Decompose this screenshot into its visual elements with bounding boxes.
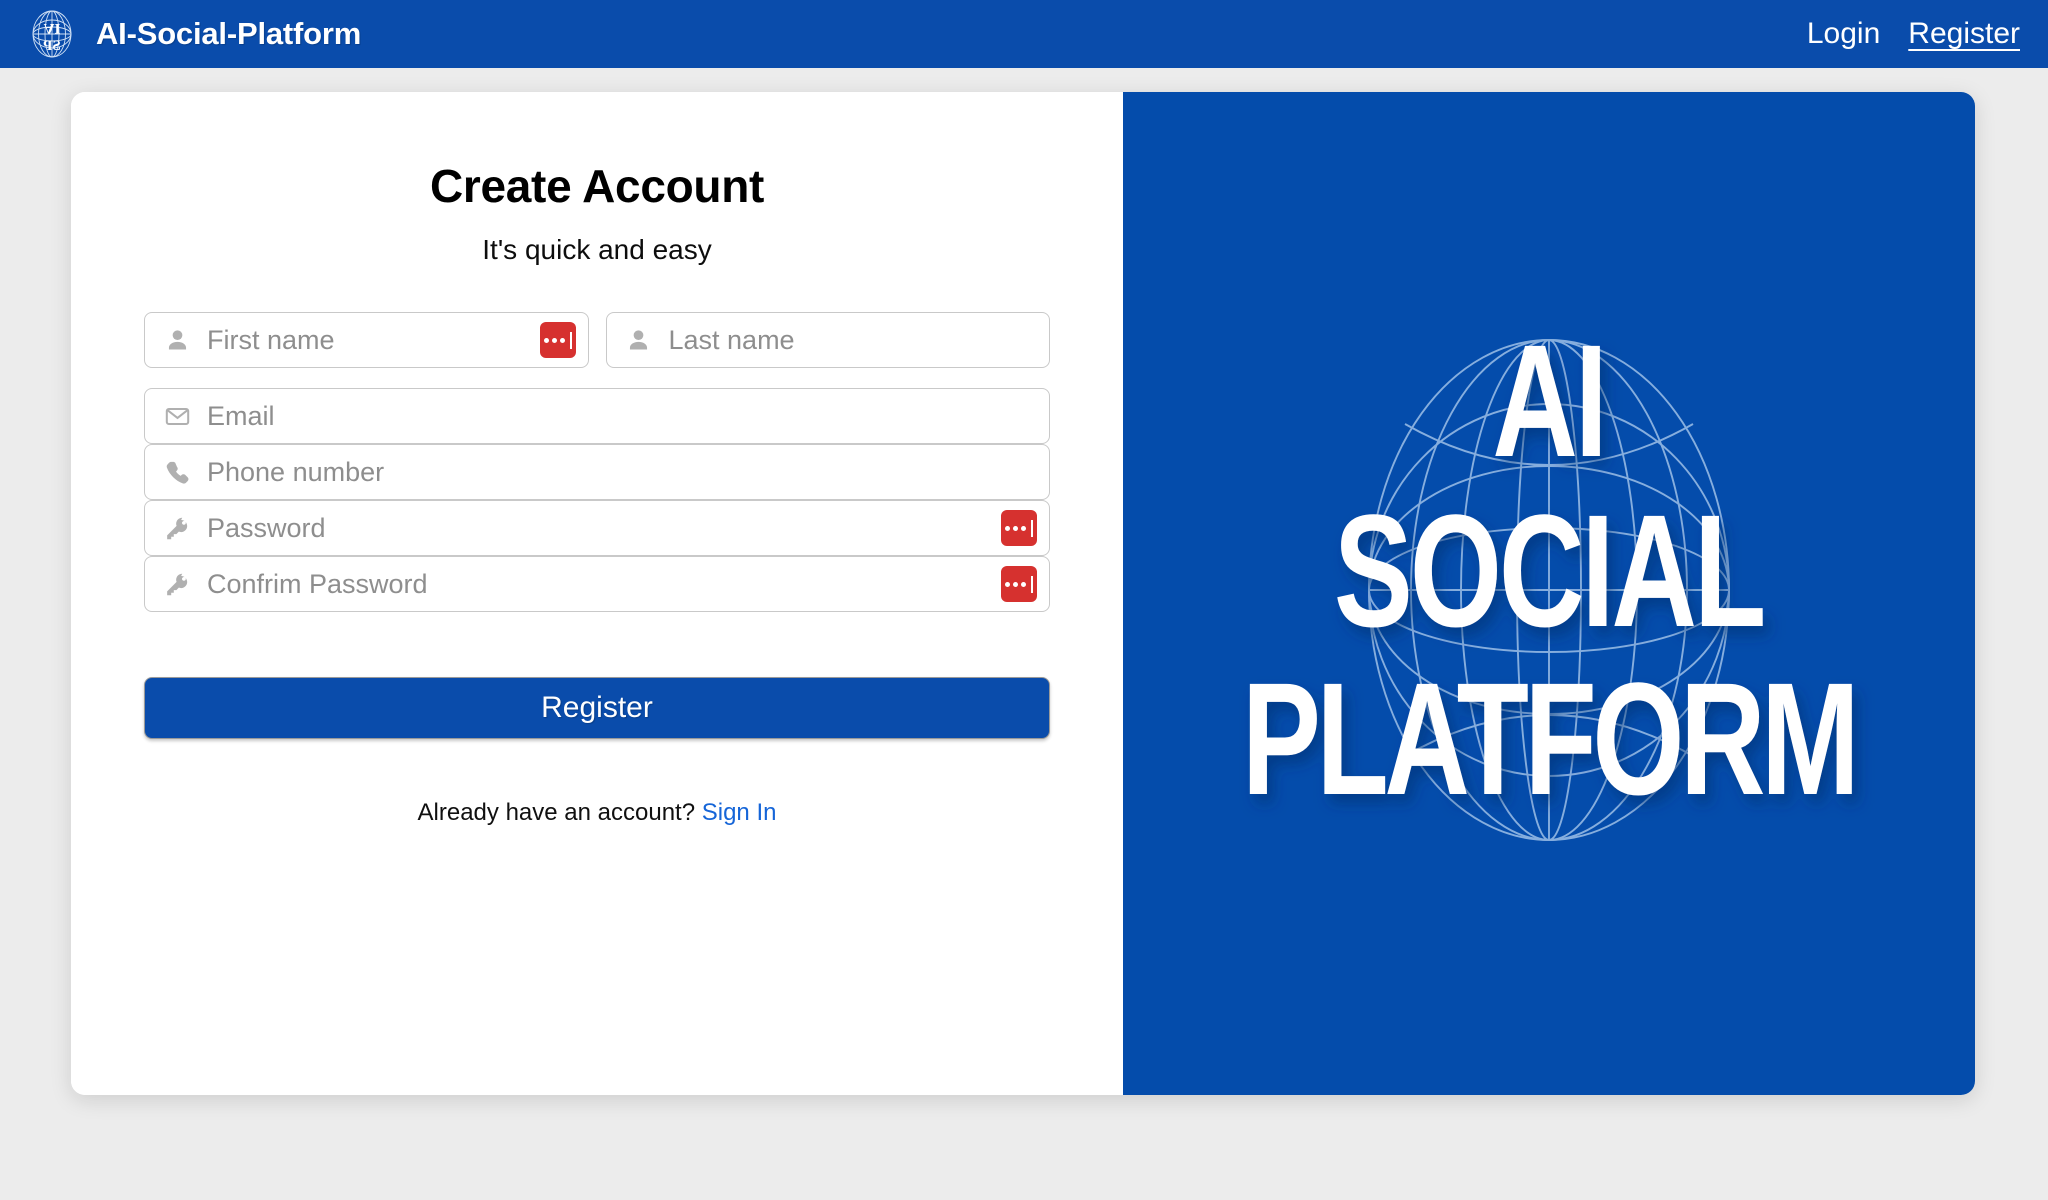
register-button[interactable]: Register: [144, 677, 1050, 740]
phone-field[interactable]: Phone number: [144, 444, 1050, 501]
svg-text:SOCIAL: SOCIAL: [1334, 481, 1764, 659]
phone-placeholder: Phone number: [207, 456, 385, 487]
top-navbar: AI SP AI-Social-Platform Login Register: [0, 0, 2048, 68]
password-placeholder: Password: [207, 512, 326, 543]
brand-title: AI-Social-Platform: [96, 16, 362, 51]
nav-link-register[interactable]: Register: [1908, 17, 2020, 51]
brand-block[interactable]: AI SP AI-Social-Platform: [26, 8, 361, 60]
person-icon: [624, 325, 654, 355]
svg-text:SP: SP: [43, 38, 61, 54]
register-form: Create Account It's quick and easy First…: [144, 158, 1050, 827]
password-field[interactable]: Password: [144, 500, 1050, 557]
email-field[interactable]: Email: [144, 388, 1050, 445]
svg-text:AI: AI: [44, 20, 61, 36]
signin-prompt-text: Already have an account?: [417, 799, 696, 827]
first-name-field[interactable]: First name: [144, 312, 589, 369]
confirm-password-field[interactable]: Confrim Password: [144, 556, 1050, 613]
password-manager-icon[interactable]: [539, 322, 576, 359]
person-icon: [162, 325, 192, 355]
last-name-placeholder: Last name: [668, 324, 795, 355]
key-icon: [162, 513, 192, 543]
page-subtitle: It's quick and easy: [482, 234, 712, 266]
password-manager-icon[interactable]: [1001, 566, 1037, 603]
nav-links: Login Register: [1807, 17, 2020, 51]
register-form-panel: Create Account It's quick and easy First…: [71, 92, 1123, 1095]
password-manager-icon[interactable]: [1001, 510, 1037, 547]
globe-ai-sp-logo-icon: AI SP: [32, 10, 72, 58]
sign-in-link[interactable]: Sign In: [702, 799, 777, 826]
last-name-field[interactable]: Last name: [605, 312, 1050, 369]
nav-link-login[interactable]: Login: [1807, 17, 1880, 51]
svg-text:PLATFORM: PLATFORM: [1242, 649, 1855, 827]
name-fields-row: First name Last name: [144, 312, 1050, 369]
wireframe-globe-icon: AI SOCIAL PLATFORM: [1242, 311, 1860, 841]
page-title: Create Account: [429, 160, 765, 212]
phone-icon: [162, 457, 192, 487]
key-icon: [162, 569, 192, 599]
email-placeholder: Email: [207, 400, 275, 431]
brand-panel: AI SOCIAL PLATFORM: [1123, 92, 1975, 1095]
auth-card: Create Account It's quick and easy First…: [71, 92, 1975, 1095]
envelope-icon: [162, 401, 192, 431]
first-name-placeholder: First name: [207, 324, 335, 355]
confirm-password-placeholder: Confrim Password: [207, 568, 428, 599]
signin-row: Already have an account? Sign In: [144, 799, 1050, 827]
svg-text:AI: AI: [1492, 311, 1604, 489]
